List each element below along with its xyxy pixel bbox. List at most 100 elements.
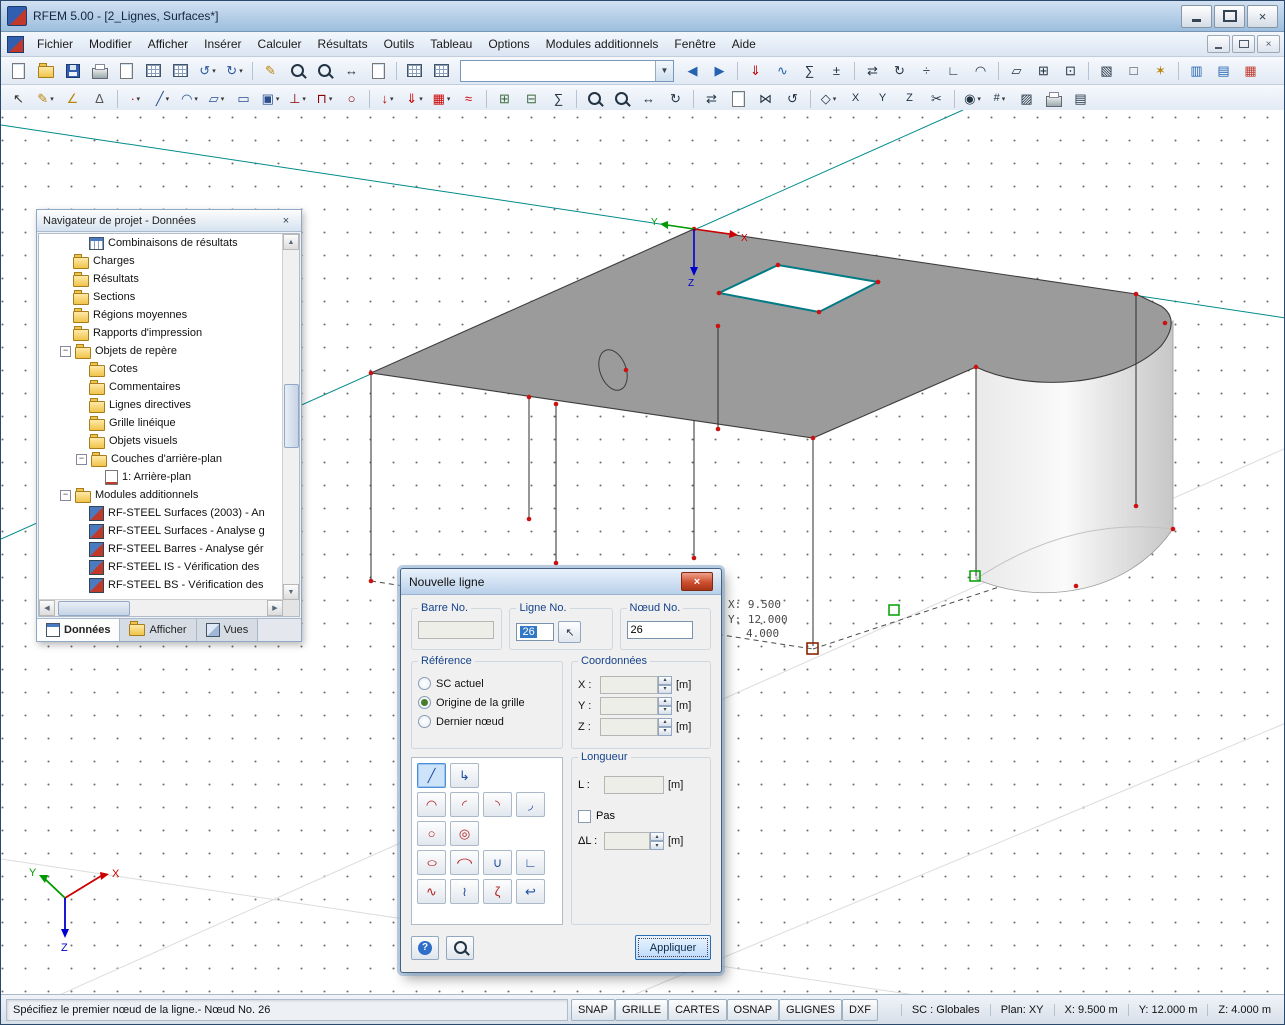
show-loads-button[interactable]: ⇓ bbox=[743, 59, 768, 83]
coordinate-input[interactable] bbox=[600, 717, 658, 736]
tree-regions-moyennes[interactable]: Régions moyennes bbox=[39, 306, 283, 324]
tree-rf-steel-is[interactable]: RF-STEEL IS - Vérification des bbox=[39, 558, 283, 576]
imperfection-button[interactable]: ≈ bbox=[456, 87, 481, 111]
show-results-button[interactable]: ∿ bbox=[770, 59, 795, 83]
grid-settings-button[interactable]: ⊞ bbox=[1031, 59, 1056, 83]
mdi-close-button[interactable]: × bbox=[1257, 35, 1280, 53]
apply-button[interactable]: Appliquer bbox=[635, 935, 711, 960]
dialog-close-button[interactable]: × bbox=[681, 572, 713, 591]
tool-corner-button[interactable]: ∟ bbox=[516, 850, 545, 875]
new-node-button[interactable]: ∙ ▾ bbox=[123, 87, 148, 111]
tree-rapports-impression[interactable]: Rapports d'impression bbox=[39, 324, 283, 342]
menu-afficher[interactable]: Afficher bbox=[140, 35, 196, 53]
calculate-button[interactable]: ∑ bbox=[546, 87, 571, 111]
spin-down-icon[interactable]: ▾ bbox=[658, 684, 672, 694]
clipboard-button[interactable] bbox=[366, 59, 391, 83]
menu-modifier[interactable]: Modifier bbox=[81, 35, 140, 53]
tree-objets-de-repere[interactable]: − Objets de repère bbox=[39, 342, 283, 360]
spin-up-icon[interactable]: ▴ bbox=[658, 717, 672, 727]
help-button[interactable]: ? bbox=[411, 935, 439, 960]
new-file-button[interactable] bbox=[6, 59, 31, 83]
toggle-cartes[interactable]: CARTES bbox=[668, 998, 727, 1021]
horizontal-scrollbar[interactable]: ◀ ▶ bbox=[39, 599, 283, 616]
ligne-no-input[interactable]: 26 bbox=[516, 623, 555, 641]
tree-lignes-directives[interactable]: Lignes directives bbox=[39, 396, 283, 414]
spin-down-icon[interactable]: ▾ bbox=[650, 841, 664, 850]
scroll-up-icon[interactable]: ▲ bbox=[283, 234, 299, 250]
navigator-panel-button[interactable]: ▥ bbox=[1184, 59, 1209, 83]
tree-rf-steel-bs[interactable]: RF-STEEL BS - Vérification des bbox=[39, 576, 283, 594]
nodal-load-button[interactable]: ↓ ▾ bbox=[375, 87, 400, 111]
coordinate-input[interactable] bbox=[600, 696, 658, 715]
rotate-button[interactable]: ↻ bbox=[887, 59, 912, 83]
pan-view-button[interactable]: ↔ bbox=[339, 59, 364, 83]
tool-parabola-button[interactable]: ∪ bbox=[483, 850, 512, 875]
tree-expander[interactable]: − bbox=[76, 453, 87, 465]
new-surface-button[interactable]: ▱ ▾ bbox=[204, 87, 229, 111]
chevron-down-icon[interactable]: ▼ bbox=[655, 60, 673, 81]
vertical-scrollbar[interactable]: ▲ ▼ bbox=[282, 234, 299, 600]
menu-calculer[interactable]: Calculer bbox=[250, 35, 310, 53]
tool-arc-radius-button[interactable]: ◝ bbox=[483, 792, 512, 817]
display-properties-button[interactable]: ▨ bbox=[1014, 87, 1039, 111]
spin-down-icon[interactable]: ▾ bbox=[658, 705, 672, 715]
redo-button[interactable]: ↻ ▾ bbox=[222, 59, 247, 83]
spin-down-icon[interactable]: ▾ bbox=[658, 726, 672, 736]
tables-panel-button[interactable]: ▤ bbox=[1211, 59, 1236, 83]
menu-inserer[interactable]: Insérer bbox=[196, 35, 249, 53]
radio-sc-actuel[interactable]: SC actuel bbox=[418, 674, 556, 693]
menu-outils[interactable]: Outils bbox=[376, 35, 423, 53]
scroll-right-icon[interactable]: ▶ bbox=[267, 600, 283, 616]
numbering-button[interactable]: # ▾ bbox=[987, 87, 1012, 111]
mesh-settings-button[interactable]: ⊟ bbox=[519, 87, 544, 111]
toggle-osnap[interactable]: OSNAP bbox=[726, 998, 780, 1021]
visibility-button[interactable]: ◉ ▾ bbox=[960, 87, 985, 111]
close-button[interactable]: × bbox=[1247, 4, 1278, 28]
view-in-z-button[interactable]: Z bbox=[897, 87, 922, 111]
zoom-window-button[interactable] bbox=[312, 59, 337, 83]
undo-button[interactable]: ↺ ▾ bbox=[195, 59, 220, 83]
copy-button[interactable] bbox=[114, 59, 139, 83]
next-load-case-button[interactable]: ▶ bbox=[707, 59, 732, 83]
length-input[interactable] bbox=[604, 776, 664, 794]
tree-expander[interactable]: − bbox=[60, 345, 71, 357]
tree-objets-visuels[interactable]: Objets visuels bbox=[39, 432, 283, 450]
tree-cotes[interactable]: Cotes bbox=[39, 360, 283, 378]
tree-arriere-plan-1[interactable]: 1: Arrière-plan bbox=[39, 468, 283, 486]
line-load-button[interactable]: ⇓ ▾ bbox=[402, 87, 427, 111]
dimension-button[interactable]: Δ bbox=[87, 87, 112, 111]
print-graphic-button[interactable] bbox=[1041, 87, 1066, 111]
wireframe-mode-button[interactable]: □ bbox=[1121, 59, 1146, 83]
navigator-close-icon[interactable]: × bbox=[277, 212, 295, 229]
menu-options[interactable]: Options bbox=[480, 35, 537, 53]
mdi-minimize-button[interactable] bbox=[1207, 35, 1230, 53]
rotate-entities-button[interactable]: ↺ bbox=[780, 87, 805, 111]
edit-pencil-button[interactable]: ✎ bbox=[258, 59, 283, 83]
menu-fichier[interactable]: Fichier bbox=[29, 35, 81, 53]
isometric-view-button[interactable]: ◇ ▾ bbox=[816, 87, 841, 111]
pick-graphically-button[interactable]: ↖ bbox=[558, 621, 582, 643]
render-mode-button[interactable]: ▧ bbox=[1094, 59, 1119, 83]
member-hinge-button[interactable]: ○ bbox=[339, 87, 364, 111]
table-view-button[interactable] bbox=[141, 59, 166, 83]
maximize-button[interactable] bbox=[1214, 4, 1245, 28]
mdi-restore-button[interactable] bbox=[1232, 35, 1255, 53]
tool-arc-3-points-button[interactable]: ◠ bbox=[417, 792, 446, 817]
tab-vues[interactable]: Vues bbox=[196, 619, 259, 641]
new-arc-button[interactable]: ◠ ▾ bbox=[177, 87, 202, 111]
tool-circle-center-button[interactable]: ◎ bbox=[450, 821, 479, 846]
dialog-title-bar[interactable]: Nouvelle ligne × bbox=[401, 569, 721, 595]
menu-modules-additionnels[interactable]: Modules additionnels bbox=[538, 35, 667, 53]
barre-no-input[interactable] bbox=[418, 621, 494, 639]
tables-toggle-button[interactable] bbox=[402, 59, 427, 83]
tree-couches-arriere-plan[interactable]: − Couches d'arrière-plan bbox=[39, 450, 283, 468]
coordinate-input[interactable] bbox=[600, 675, 658, 694]
menu-fenetre[interactable]: Fenêtre bbox=[666, 35, 723, 53]
tool-ellipse-button[interactable]: ○ bbox=[417, 850, 446, 875]
tool-spline-button[interactable]: ∿ bbox=[417, 879, 446, 904]
navigator-title-bar[interactable]: Navigateur de projet - Données × bbox=[37, 210, 301, 232]
spin-up-icon[interactable]: ▴ bbox=[658, 675, 672, 685]
select-pointer-button[interactable]: ↖ bbox=[6, 87, 31, 111]
control-panel-button[interactable]: ▦ bbox=[1238, 59, 1263, 83]
tab-donnees[interactable]: Données bbox=[37, 619, 121, 641]
